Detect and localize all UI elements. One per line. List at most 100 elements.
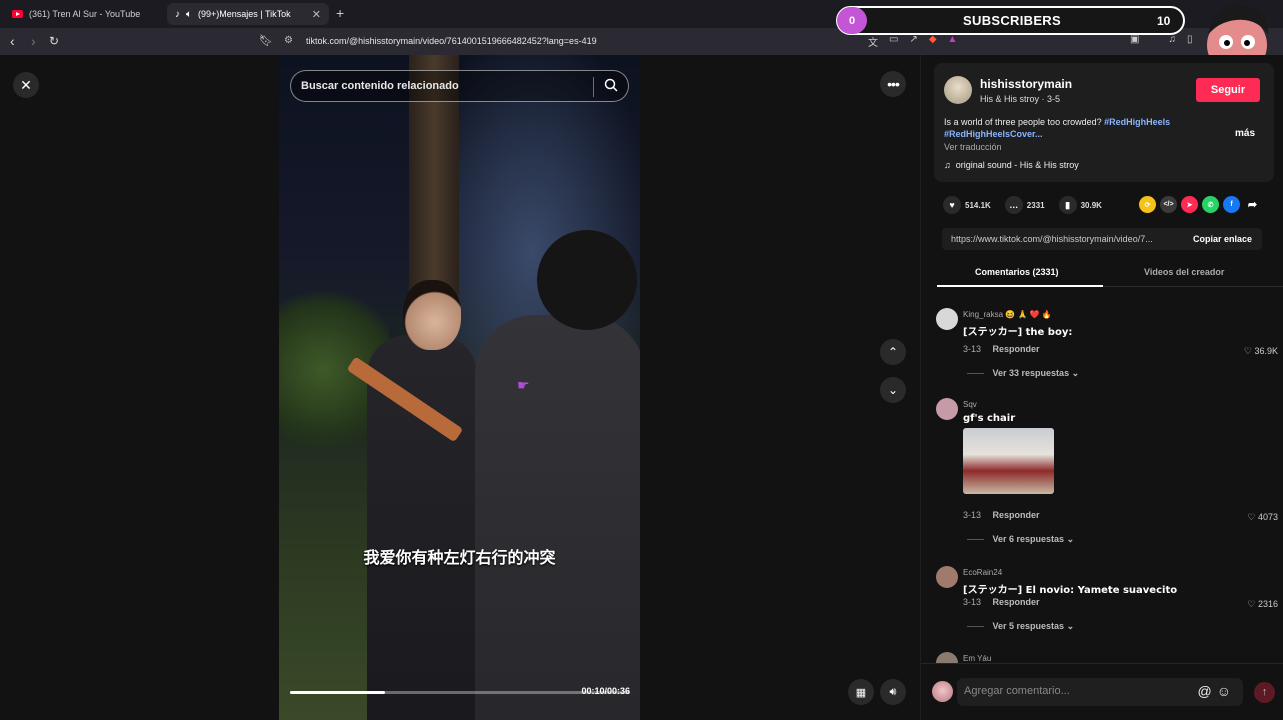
rewards-icon[interactable]: ▲ [948, 34, 958, 49]
sidebar-icon[interactable]: ▯ [1187, 34, 1193, 45]
commenter-avatar[interactable] [936, 566, 958, 588]
repost-icon[interactable]: ⟳ [1139, 196, 1156, 213]
more-options-icon[interactable]: ••• [880, 71, 906, 97]
comment-like-button[interactable]: ♡ 2316 [1247, 599, 1278, 610]
send-to-friend-icon[interactable]: ➤ [1181, 196, 1198, 213]
copy-link-button[interactable]: Copiar enlace [1193, 234, 1252, 244]
commenter-name[interactable]: King_raksa 😆 🙏 ❤️ 🔥 [963, 310, 1052, 319]
sound-link[interactable]: ♫ original sound - His & His stroy [944, 160, 1079, 170]
search-icon[interactable] [604, 78, 618, 92]
reply-button[interactable]: Responder [993, 510, 1040, 520]
like-action[interactable]: ♥ 514.1K [943, 196, 991, 214]
hashtag-link[interactable]: #RedHighHeelsCover [944, 129, 1035, 139]
my-avatar [932, 681, 953, 702]
media-icon[interactable]: ♫ [1168, 34, 1176, 45]
tab-creator-videos[interactable]: Videos del creador [1144, 267, 1224, 277]
commenter-name[interactable]: Sqv [963, 400, 977, 409]
view-replies-label: Ver 5 respuestas [992, 621, 1065, 631]
comment-date: 3-13 [963, 510, 982, 520]
send-comment-icon[interactable]: ↑ [1254, 682, 1275, 703]
commenter-name[interactable]: EcoRain24 [963, 568, 1002, 577]
reply-button[interactable]: Responder [993, 597, 1040, 607]
creator-avatar[interactable] [944, 76, 972, 104]
active-tab-indicator [937, 285, 1103, 287]
speaker-icon: 🔈︎ [186, 8, 192, 20]
view-replies-button[interactable]: Ver 6 respuestas ⌄ [967, 534, 1075, 545]
heart-outline-icon: ♡ [1247, 512, 1256, 522]
video-progress-fill [290, 691, 386, 694]
comment-like-button[interactable]: ♡ 36.9K [1244, 346, 1278, 357]
heart-outline-icon: ♡ [1243, 346, 1252, 356]
back-icon[interactable]: ‹ [10, 33, 15, 49]
close-video-button[interactable]: ✕ [13, 72, 39, 98]
commenter-avatar[interactable] [936, 308, 958, 330]
creator-info-card: hishisstorymain His & His stroy · 3-5 Se… [934, 63, 1274, 182]
video-player[interactable]: Buscar contenido relacionado ☛ 我爱你有种左灯右行… [279, 55, 640, 720]
panel-tabs: Comentarios (2331) Videos del creador [937, 259, 1283, 287]
url-field[interactable]: tiktok.com/@hishisstorymain/video/761400… [306, 36, 597, 46]
comment-meta: 3-13 Responder [963, 597, 1040, 607]
next-video-icon[interactable]: ⌄ [880, 377, 906, 403]
tab-title: (361) Tren Al Sur - YouTube [29, 9, 141, 19]
facebook-icon[interactable]: f [1223, 196, 1240, 213]
chevron-down-icon: ⌄ [1071, 368, 1080, 378]
tab-tiktok[interactable]: ♪ 🔈︎ (99+)Mensajes | TikTok ✕ [167, 3, 329, 25]
comment-date: 3-13 [963, 597, 982, 607]
commenter-avatar[interactable] [936, 652, 958, 663]
wallet-icon[interactable]: ▣ [1130, 34, 1139, 45]
mention-icon[interactable]: @ [1197, 683, 1216, 699]
comment-like-button[interactable]: ♡ 4073 [1247, 512, 1278, 523]
save-count: 30.9K [1080, 200, 1102, 210]
video-frame-head-right [537, 230, 637, 330]
brave-shield-icon[interactable]: ◆ [929, 34, 937, 49]
volume-icon[interactable]: 🔊︎ [880, 679, 906, 705]
subscriber-goal: 10 [1157, 13, 1171, 28]
new-tab-button[interactable]: + [336, 5, 344, 21]
follow-button[interactable]: Seguir [1196, 78, 1260, 102]
reload-icon[interactable]: ↻ [49, 34, 59, 48]
share-arrow-icon[interactable]: ➦ [1244, 196, 1261, 213]
related-search-input[interactable]: Buscar contenido relacionado [290, 70, 629, 102]
share-icon[interactable]: ↗ [909, 34, 917, 49]
video-progress-bar[interactable] [290, 691, 630, 694]
comment-text: [ステッカー] the boy: [963, 327, 1073, 338]
more-description-button[interactable]: más [1235, 128, 1255, 139]
reply-button[interactable]: Responder [993, 344, 1040, 354]
comment-date: 3-13 [963, 344, 982, 354]
comment-action[interactable]: … 2331 [1004, 196, 1045, 214]
video-description: Is a world of three people too crowded? … [944, 116, 1194, 140]
tab-youtube[interactable]: (361) Tren Al Sur - YouTube [4, 3, 162, 25]
translate-icon[interactable]: 文 [868, 34, 878, 49]
forward-icon[interactable]: › [31, 33, 36, 49]
view-replies-button[interactable]: Ver 33 respuestas ⌄ [967, 368, 1080, 379]
comment-like-count: 4073 [1257, 512, 1278, 522]
subscriber-goal-widget: 0 SUBSCRIBERS 10 [836, 6, 1185, 35]
hashtag-link[interactable]: #RedHighHeels [1104, 117, 1170, 127]
video-frame-head-left [403, 280, 461, 350]
sound-name: original sound - His & His stroy [955, 160, 1079, 170]
site-info-icon[interactable]: ⚙︎ [284, 35, 293, 46]
comment-input[interactable]: Agregar comentario... @☺ [957, 678, 1243, 706]
creator-username[interactable]: hishisstorymain [980, 77, 1072, 91]
pip-icon[interactable]: ▦ [848, 679, 874, 705]
video-details-panel: hishisstorymain His & His stroy · 3-5 Se… [920, 55, 1283, 720]
subscriber-count: 0 [837, 7, 867, 34]
embed-icon[interactable]: </> [1160, 196, 1177, 213]
mouse-cursor-icon: ☛ [517, 377, 530, 393]
add-comment-bar: Agregar comentario... @☺ ↑ [921, 663, 1283, 720]
view-replies-label: Ver 33 respuestas [992, 368, 1070, 378]
commenter-name[interactable]: Em Yáu [963, 654, 991, 663]
see-translation-link[interactable]: Ver traducción [944, 142, 1002, 152]
commenter-avatar[interactable] [936, 398, 958, 420]
previous-video-icon[interactable]: ⌃ [880, 339, 906, 365]
tab-comments[interactable]: Comentarios (2331) [975, 267, 1059, 277]
emoji-icon[interactable]: ☺ [1217, 683, 1236, 699]
cast-icon[interactable]: ▭ [889, 34, 898, 49]
view-replies-button[interactable]: Ver 5 respuestas ⌄ [967, 621, 1075, 632]
whatsapp-icon[interactable]: ✆ [1202, 196, 1219, 213]
save-action[interactable]: ▮ 30.9K [1058, 196, 1102, 214]
close-tab-icon[interactable]: ✕ [312, 8, 321, 21]
engagement-actions: ♥ 514.1K … 2331 ▮ 30.9K [943, 195, 1112, 215]
comment-image[interactable] [963, 428, 1054, 494]
bookmark-icon[interactable]: 🔖︎ [259, 34, 273, 47]
